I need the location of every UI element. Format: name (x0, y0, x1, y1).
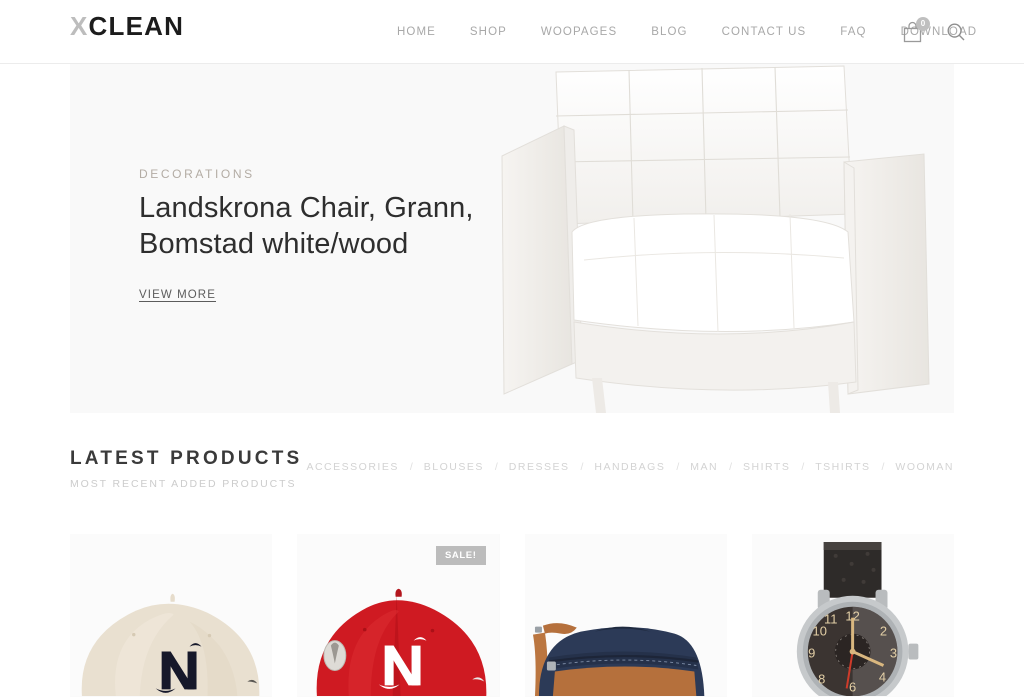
category-separator: / (580, 461, 584, 473)
sale-badge: SALE! (436, 546, 486, 565)
hero-view-more-link[interactable]: VIEW MORE (139, 289, 216, 301)
svg-text:9: 9 (808, 646, 815, 661)
cart-count-badge: 0 (916, 17, 930, 31)
header-actions: 0 (902, 0, 966, 64)
navy-bag-image (524, 534, 727, 697)
site-header: XCLEAN HOME SHOP WOOPAGES BLOG CONTACT U… (0, 0, 1024, 64)
category-separator: / (801, 461, 805, 473)
cream-cap-image (70, 534, 273, 697)
category-tshirts[interactable]: TSHIRTS (815, 461, 870, 473)
category-blouses[interactable]: BLOUSES (424, 461, 484, 473)
hero-banner: DECORATIONS Landskrona Chair, Grann, Bom… (70, 64, 954, 413)
cart-button[interactable]: 0 (902, 17, 930, 44)
nav-item-faq[interactable]: FAQ (823, 0, 883, 64)
category-separator: / (729, 461, 733, 473)
product-card-cream-ny-cap[interactable] (70, 534, 273, 697)
hero-title: Landskrona Chair, Grann, Bomstad white/w… (139, 192, 474, 260)
category-dresses[interactable]: DRESSES (509, 461, 570, 473)
category-separator: / (881, 461, 885, 473)
product-card-navy-crossbody-bag[interactable] (524, 534, 727, 697)
svg-text:6: 6 (849, 679, 856, 694)
latest-products-header: LATEST PRODUCTS MOST RECENT ADDED PRODUC… (70, 448, 954, 494)
product-grid: SALE! 12 2 3 4 6 8 9 10 11 (70, 534, 954, 697)
nav-item-contact-us[interactable]: CONTACT US (705, 0, 824, 64)
nav-item-shop[interactable]: SHOP (453, 0, 524, 64)
search-button[interactable] (946, 22, 966, 42)
category-shirts[interactable]: SHIRTS (743, 461, 790, 473)
product-card-leather-strap-watch[interactable]: 12 2 3 4 6 8 9 10 11 (751, 534, 954, 697)
watch-image: 12 2 3 4 6 8 9 10 11 (751, 534, 954, 697)
product-card-red-ny-cap[interactable]: SALE! (297, 534, 500, 697)
category-handbags[interactable]: HANDBAGS (594, 461, 665, 473)
site-logo[interactable]: XCLEAN (70, 13, 184, 39)
logo-accent-letter: X (70, 11, 89, 41)
category-separator: / (676, 461, 680, 473)
search-icon (947, 23, 965, 41)
category-accessories[interactable]: ACCESSORIES (306, 461, 398, 473)
section-subtitle: MOST RECENT ADDED PRODUCTS (70, 478, 297, 490)
logo-text: CLEAN (88, 11, 185, 41)
category-wooman[interactable]: WOOMAN (895, 461, 954, 473)
svg-text:11: 11 (824, 612, 837, 627)
cap-side-patch (323, 640, 347, 671)
nav-item-blog[interactable]: BLOG (634, 0, 704, 64)
svg-text:8: 8 (818, 671, 825, 686)
svg-text:4: 4 (879, 669, 886, 684)
hero-eyebrow: DECORATIONS (139, 167, 255, 181)
svg-text:2: 2 (880, 624, 887, 639)
hero-copy: DECORATIONS Landskrona Chair, Grann, Bom… (139, 167, 499, 303)
svg-text:3: 3 (890, 646, 897, 661)
category-man[interactable]: MAN (690, 461, 718, 473)
category-filter: ACCESSORIES / BLOUSES / DRESSES / HANDBA… (306, 461, 954, 473)
nav-item-home[interactable]: HOME (380, 0, 453, 64)
hero-armchair-image (424, 64, 954, 413)
category-separator: / (409, 461, 413, 473)
nav-item-woopages[interactable]: WOOPAGES (524, 0, 634, 64)
category-separator: / (494, 461, 498, 473)
